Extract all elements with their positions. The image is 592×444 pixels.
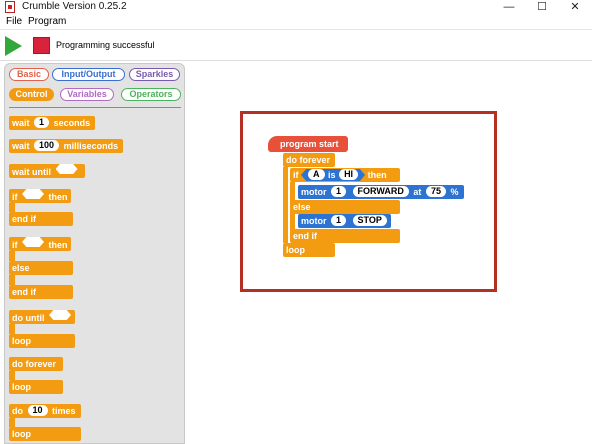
palette-do-forever-block[interactable]: do forever — [9, 357, 63, 371]
c-block-arm — [9, 418, 15, 427]
condition-block[interactable]: A is HI — [301, 169, 366, 181]
do-forever-block[interactable]: do forever — [283, 153, 335, 167]
block-text: times — [52, 406, 76, 416]
menu-file[interactable]: File — [6, 16, 22, 28]
palette-divider — [9, 107, 181, 108]
palette-wait-until-block[interactable]: wait until — [9, 164, 85, 178]
block-text: wait until — [12, 167, 51, 177]
input-slot[interactable]: A — [308, 169, 325, 180]
number-slot[interactable]: 10 — [27, 405, 48, 416]
palette-do-times-block[interactable]: do 10 times — [9, 404, 81, 418]
toolbar: Programming successful — [0, 31, 592, 61]
category-basic[interactable]: Basic — [9, 68, 49, 81]
block-text: at — [413, 187, 422, 197]
palette-wait-seconds-block[interactable]: wait 1 seconds — [9, 116, 95, 130]
motor-number-slot[interactable]: 1 — [331, 215, 347, 226]
palette-do-times-loop-block[interactable]: loop — [9, 427, 81, 441]
category-sparkles[interactable]: Sparkles — [129, 68, 180, 81]
motor-stop-block[interactable]: motor 1 STOP — [298, 214, 391, 228]
block-text: motor — [301, 187, 327, 197]
else-block[interactable]: else — [290, 200, 400, 214]
stop-icon[interactable] — [33, 37, 50, 54]
palette-if-then-block[interactable]: if then — [9, 189, 71, 203]
program-start-block[interactable]: program start — [268, 136, 348, 152]
block-text: loop — [12, 336, 31, 346]
block-text: motor — [301, 216, 327, 226]
category-input-output[interactable]: Input/Output — [52, 68, 125, 81]
window-title: Crumble Version 0.25.2 — [22, 1, 127, 12]
palette-wait-milliseconds-block[interactable]: wait 100 milliseconds — [9, 139, 123, 153]
block-text: wait — [12, 141, 30, 151]
block-palette: Basic Input/Output Sparkles Control Vari… — [4, 63, 185, 444]
block-text: milliseconds — [63, 141, 119, 151]
close-button[interactable]: ✕ — [560, 0, 590, 14]
condition-slot[interactable] — [22, 189, 45, 199]
palette-do-forever-loop-block[interactable]: loop — [9, 380, 63, 394]
block-text: seconds — [53, 118, 91, 128]
block-text: do forever — [286, 155, 331, 165]
direction-slot[interactable]: STOP — [352, 215, 387, 226]
palette-do-until-block[interactable]: do until — [9, 310, 75, 324]
number-slot[interactable]: 100 — [34, 140, 60, 151]
condition-slot[interactable] — [49, 310, 72, 320]
palette-end-if-block[interactable]: end if — [9, 285, 73, 299]
condition-slot[interactable] — [55, 164, 78, 174]
c-block-arm — [9, 371, 15, 380]
c-block-arm — [9, 275, 15, 285]
block-text: % — [450, 187, 459, 197]
menu-bar: File Program — [0, 14, 592, 30]
palette-if-end-block[interactable]: end if — [9, 212, 73, 226]
block-text: then — [48, 240, 68, 250]
category-control[interactable]: Control — [9, 88, 54, 101]
block-text: then — [367, 170, 387, 180]
palette-do-until-loop-block[interactable]: loop — [9, 334, 75, 348]
state-slot[interactable]: HI — [339, 169, 359, 180]
block-text: do — [12, 406, 23, 416]
c-block-arm — [9, 324, 15, 334]
block-text: end if — [12, 214, 36, 224]
c-block-arm — [9, 251, 15, 261]
motor-forward-block[interactable]: motor 1 FORWARD at 75 % — [298, 185, 464, 199]
block-text: if — [12, 240, 18, 250]
title-bar: Crumble Version 0.25.2 — ☐ ✕ — [0, 0, 592, 14]
block-text: if — [293, 170, 299, 180]
forever-arm — [283, 167, 288, 243]
block-text: loop — [12, 382, 31, 392]
number-slot[interactable]: 1 — [34, 117, 50, 128]
block-text: is — [328, 170, 336, 180]
palette-if-else-block[interactable]: if then — [9, 237, 71, 251]
block-text: do until — [12, 313, 45, 323]
motor-number-slot[interactable]: 1 — [331, 186, 347, 197]
category-operators[interactable]: Operators — [121, 88, 181, 101]
c-block-arm — [9, 203, 15, 212]
block-text: program start — [280, 139, 339, 149]
block-text: loop — [12, 429, 31, 439]
condition-slot[interactable] — [22, 237, 45, 247]
loop-block[interactable]: loop — [283, 243, 335, 257]
block-text: loop — [286, 245, 305, 255]
if-then-block[interactable]: if A is HI then — [290, 168, 400, 182]
block-text: end if — [12, 287, 36, 297]
palette-else-block[interactable]: else — [9, 261, 73, 275]
block-text: if — [12, 192, 18, 202]
maximize-button[interactable]: ☐ — [527, 0, 557, 14]
menu-program[interactable]: Program — [28, 16, 66, 28]
minimize-button[interactable]: — — [494, 0, 524, 14]
block-text: else — [293, 202, 311, 212]
block-text: wait — [12, 118, 30, 128]
end-if-block[interactable]: end if — [290, 229, 400, 243]
block-text: else — [12, 263, 30, 273]
crumble-app-icon — [5, 1, 15, 13]
category-variables[interactable]: Variables — [60, 88, 114, 101]
block-text: do forever — [12, 359, 57, 369]
block-text: end if — [293, 231, 317, 241]
block-text: then — [48, 192, 68, 202]
speed-slot[interactable]: 75 — [425, 186, 446, 197]
status-text: Programming successful — [56, 40, 155, 50]
direction-slot[interactable]: FORWARD — [352, 186, 409, 197]
play-icon[interactable] — [5, 36, 22, 56]
